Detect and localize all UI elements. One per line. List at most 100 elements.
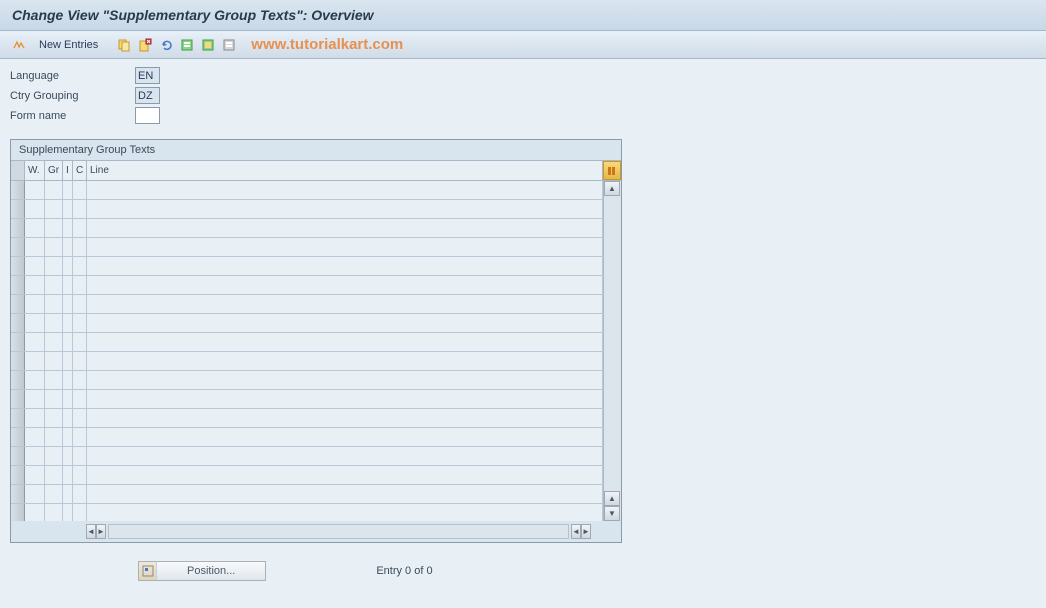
cell-line[interactable] xyxy=(87,257,603,275)
cell-c[interactable] xyxy=(73,485,87,503)
cell-w[interactable] xyxy=(25,295,45,313)
row-selector[interactable] xyxy=(11,428,25,446)
table-row[interactable] xyxy=(11,295,603,314)
row-selector[interactable] xyxy=(11,371,25,389)
cell-c[interactable] xyxy=(73,257,87,275)
cell-c[interactable] xyxy=(73,314,87,332)
vertical-scrollbar[interactable]: ▲ ▲ ▼ xyxy=(603,181,621,521)
cell-c[interactable] xyxy=(73,276,87,294)
cell-gr[interactable] xyxy=(45,333,63,351)
row-selector[interactable] xyxy=(11,409,25,427)
scroll-up2-icon[interactable]: ▲ xyxy=(604,491,620,506)
cell-i[interactable] xyxy=(63,181,73,199)
table-row[interactable] xyxy=(11,276,603,295)
cell-gr[interactable] xyxy=(45,466,63,484)
cell-i[interactable] xyxy=(63,409,73,427)
cell-gr[interactable] xyxy=(45,181,63,199)
cell-line[interactable] xyxy=(87,428,603,446)
cell-c[interactable] xyxy=(73,504,87,521)
position-button[interactable]: Position... xyxy=(138,561,266,581)
table-row[interactable] xyxy=(11,238,603,257)
cell-i[interactable] xyxy=(63,295,73,313)
table-row[interactable] xyxy=(11,371,603,390)
cell-i[interactable] xyxy=(63,428,73,446)
cell-gr[interactable] xyxy=(45,200,63,218)
deselect-icon[interactable] xyxy=(220,36,238,54)
hscroll-right2-icon[interactable]: ► xyxy=(581,524,591,539)
cell-line[interactable] xyxy=(87,485,603,503)
row-selector[interactable] xyxy=(11,314,25,332)
row-selector[interactable] xyxy=(11,352,25,370)
table-row[interactable] xyxy=(11,314,603,333)
cell-w[interactable] xyxy=(25,257,45,275)
row-selector[interactable] xyxy=(11,390,25,408)
cell-gr[interactable] xyxy=(45,219,63,237)
cell-w[interactable] xyxy=(25,371,45,389)
cell-line[interactable] xyxy=(87,238,603,256)
table-row[interactable] xyxy=(11,447,603,466)
copy-icon[interactable] xyxy=(115,36,133,54)
cell-c[interactable] xyxy=(73,447,87,465)
cell-gr[interactable] xyxy=(45,352,63,370)
ctry-grouping-input[interactable] xyxy=(135,87,160,104)
table-row[interactable] xyxy=(11,466,603,485)
cell-line[interactable] xyxy=(87,295,603,313)
cell-gr[interactable] xyxy=(45,409,63,427)
row-selector[interactable] xyxy=(11,485,25,503)
cell-line[interactable] xyxy=(87,200,603,218)
cell-i[interactable] xyxy=(63,352,73,370)
select-all-icon[interactable] xyxy=(178,36,196,54)
table-row[interactable] xyxy=(11,219,603,238)
cell-w[interactable] xyxy=(25,352,45,370)
table-row[interactable] xyxy=(11,333,603,352)
cell-i[interactable] xyxy=(63,276,73,294)
cell-i[interactable] xyxy=(63,314,73,332)
cell-w[interactable] xyxy=(25,333,45,351)
cell-c[interactable] xyxy=(73,200,87,218)
row-selector[interactable] xyxy=(11,276,25,294)
table-row[interactable] xyxy=(11,181,603,200)
cell-c[interactable] xyxy=(73,371,87,389)
row-selector[interactable] xyxy=(11,504,25,521)
hscroll-track[interactable] xyxy=(108,524,569,539)
cell-w[interactable] xyxy=(25,276,45,294)
table-row[interactable] xyxy=(11,428,603,447)
row-selector[interactable] xyxy=(11,181,25,199)
cell-gr[interactable] xyxy=(45,276,63,294)
cell-c[interactable] xyxy=(73,295,87,313)
cell-w[interactable] xyxy=(25,200,45,218)
cell-line[interactable] xyxy=(87,333,603,351)
cell-gr[interactable] xyxy=(45,428,63,446)
cell-c[interactable] xyxy=(73,219,87,237)
cell-gr[interactable] xyxy=(45,295,63,313)
col-gr[interactable]: Gr xyxy=(45,161,63,180)
cell-line[interactable] xyxy=(87,181,603,199)
row-selector[interactable] xyxy=(11,466,25,484)
table-row[interactable] xyxy=(11,485,603,504)
cell-w[interactable] xyxy=(25,466,45,484)
form-name-input[interactable] xyxy=(135,107,160,124)
cell-w[interactable] xyxy=(25,314,45,332)
cell-w[interactable] xyxy=(25,409,45,427)
cell-i[interactable] xyxy=(63,466,73,484)
cell-line[interactable] xyxy=(87,447,603,465)
row-selector[interactable] xyxy=(11,447,25,465)
cell-w[interactable] xyxy=(25,485,45,503)
cell-line[interactable] xyxy=(87,504,603,521)
cell-gr[interactable] xyxy=(45,447,63,465)
table-config-icon[interactable] xyxy=(603,161,621,180)
cell-c[interactable] xyxy=(73,181,87,199)
cell-line[interactable] xyxy=(87,466,603,484)
row-selector[interactable] xyxy=(11,257,25,275)
cell-i[interactable] xyxy=(63,485,73,503)
cell-gr[interactable] xyxy=(45,238,63,256)
cell-i[interactable] xyxy=(63,238,73,256)
select-block-icon[interactable] xyxy=(199,36,217,54)
row-selector[interactable] xyxy=(11,333,25,351)
cell-w[interactable] xyxy=(25,447,45,465)
table-row[interactable] xyxy=(11,390,603,409)
row-selector[interactable] xyxy=(11,295,25,313)
hscroll-left-icon[interactable]: ◄ xyxy=(86,524,96,539)
col-i[interactable]: I xyxy=(63,161,73,180)
row-selector[interactable] xyxy=(11,219,25,237)
